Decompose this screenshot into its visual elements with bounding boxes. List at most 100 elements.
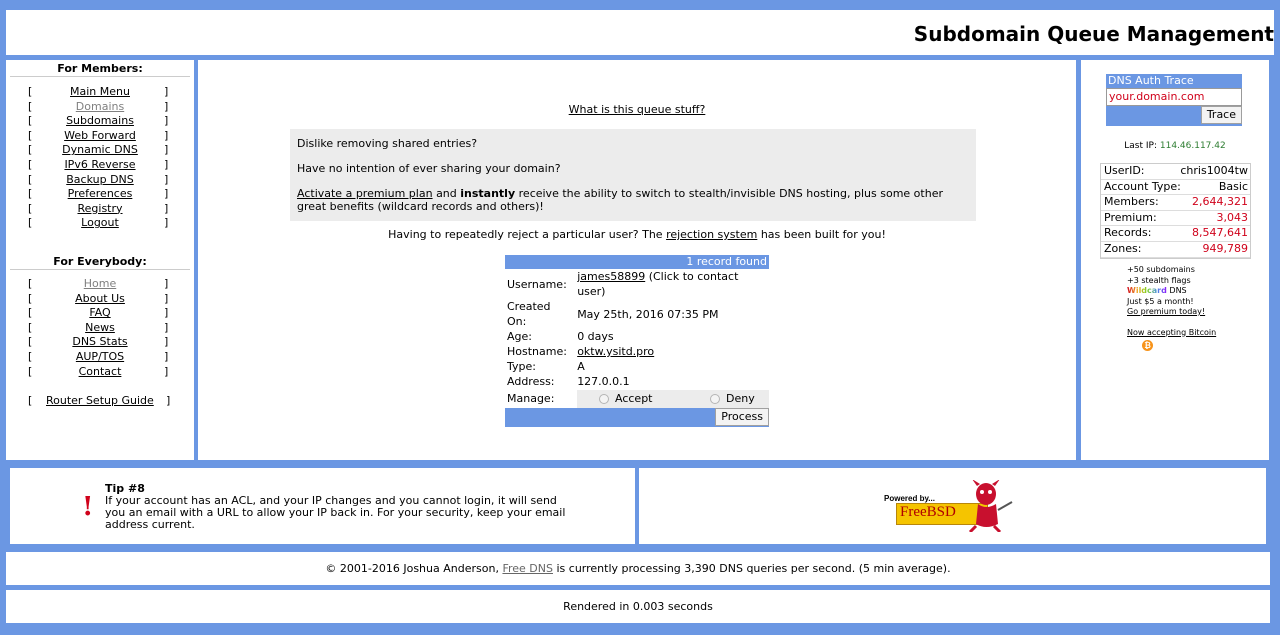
- sidebar-item-subdomains[interactable]: [Subdomains]: [6, 114, 194, 129]
- deny-option[interactable]: Deny: [694, 390, 755, 408]
- footer-render-time: Rendered in 0.003 seconds: [6, 590, 1270, 623]
- promo-box: +50 subdomains +3 stealth flags Wildcard…: [1127, 265, 1216, 352]
- sidebar-item-domains[interactable]: [Domains]: [6, 100, 194, 115]
- sidebar-item-label[interactable]: DNS Stats: [72, 335, 127, 348]
- sidebar-item-registry[interactable]: [Registry]: [6, 202, 194, 217]
- bracket-open: [: [28, 349, 33, 363]
- sidebar-item-backup-dns[interactable]: [Backup DNS]: [6, 173, 194, 188]
- rejection-system-link[interactable]: rejection system: [666, 228, 757, 241]
- sidebar-item-label[interactable]: Web Forward: [64, 129, 136, 142]
- reject-after: has been built for you!: [760, 228, 886, 241]
- bracket-open: [: [28, 85, 33, 98]
- page-title: Subdomain Queue Management: [913, 22, 1274, 46]
- right-sidebar: DNS Auth Trace your.domain.com Trace Las…: [1081, 60, 1269, 460]
- bracket-open: [: [28, 216, 33, 230]
- sidebar-item-label[interactable]: AUP/TOS: [76, 350, 124, 363]
- bracket-close: ]: [164, 128, 169, 142]
- address-value: 127.0.0.1: [577, 375, 630, 388]
- promo-wildcard: Wildcard: [1127, 286, 1167, 295]
- promo-stealth: +3 stealth flags: [1127, 275, 1191, 285]
- process-button[interactable]: Process: [715, 408, 769, 426]
- powered-by-text: Powered by...: [884, 494, 935, 503]
- sidebar-item-label[interactable]: News: [85, 321, 115, 334]
- members-nav: [Main Menu] [Domains] [Subdomains] [Web For…: [6, 85, 194, 231]
- promo-dns: DNS: [1169, 286, 1187, 295]
- sidebar-item-logout[interactable]: [Logout]: [6, 216, 194, 231]
- sidebar-item-label[interactable]: Dynamic DNS: [62, 143, 138, 156]
- sidebar-item-ipv6-reverse[interactable]: [IPv6 Reverse]: [6, 158, 194, 173]
- sidebar-item-label[interactable]: IPv6 Reverse: [64, 158, 135, 171]
- sidebar-item-preferences[interactable]: [Preferences]: [6, 187, 194, 202]
- trace-input[interactable]: your.domain.com: [1106, 88, 1242, 106]
- sidebar-item-home[interactable]: [Home]: [6, 277, 194, 292]
- stat-row: Zones: 949,789: [1101, 242, 1250, 258]
- daemon-icon: [968, 480, 1013, 532]
- account-stats: UserID: chris1004tw Account Type: Basic Memb…: [1100, 163, 1251, 259]
- sidebar-item-label[interactable]: Logout: [81, 216, 119, 229]
- sidebar-item-label[interactable]: About Us: [75, 292, 125, 305]
- left-sidebar: For Members: [Main Menu] [Domains] [Subdom…: [6, 60, 194, 460]
- trace-button[interactable]: Trace: [1200, 106, 1242, 124]
- freebsd-logo[interactable]: Powered by... FreeBSD: [884, 480, 1024, 532]
- hostname-link[interactable]: oktw.ysitd.pro: [577, 345, 654, 358]
- stat-value: 8,547,641: [1192, 226, 1248, 240]
- bracket-close: ]: [164, 99, 169, 113]
- record-table: Username: james58899 (Click to contact u…: [505, 269, 769, 389]
- deny-radio[interactable]: [710, 394, 720, 404]
- sidebar-item-dns-stats[interactable]: [DNS Stats]: [6, 335, 194, 350]
- bitcoin-icon: ₿: [1142, 340, 1154, 351]
- bracket-close: ]: [164, 306, 169, 320]
- everybody-heading: For Everybody:: [10, 255, 190, 270]
- username-label: Username:: [507, 277, 567, 291]
- bracket-open: [: [28, 114, 33, 128]
- sidebar-item-label[interactable]: Contact: [79, 365, 122, 378]
- sidebar-item-label[interactable]: Subdomains: [66, 114, 134, 127]
- address-label: Address:: [507, 375, 555, 388]
- bracket-open: [: [28, 143, 33, 157]
- last-ip-value: 114.46.117.42: [1159, 141, 1226, 151]
- activate-premium-link[interactable]: Activate a premium plan: [297, 187, 433, 200]
- table-row: Created On: May 25th, 2016 07:35 PM: [505, 299, 769, 329]
- free-dns-link[interactable]: Free DNS: [502, 562, 553, 575]
- username-link[interactable]: james58899: [577, 270, 645, 283]
- bracket-open: [: [28, 291, 33, 305]
- sidebar-item-label[interactable]: Backup DNS: [66, 173, 134, 186]
- accept-label: Accept: [615, 392, 653, 405]
- stat-row: Members: 2,644,321: [1101, 195, 1250, 211]
- manage-row: Manage: Accept Deny: [505, 390, 769, 408]
- sidebar-item-aup-tos[interactable]: [AUP/TOS]: [6, 350, 194, 365]
- sidebar-item-label[interactable]: Domains: [76, 100, 124, 113]
- accept-option[interactable]: Accept: [577, 390, 694, 408]
- members-heading: For Members:: [10, 60, 190, 77]
- deny-label: Deny: [726, 392, 755, 405]
- bracket-open: [: [28, 306, 33, 320]
- sidebar-item-web-forward[interactable]: [ Web Forward]: [6, 129, 194, 144]
- bracket-open: [: [28, 394, 33, 408]
- sidebar-item-dynamic-dns[interactable]: [Dynamic DNS]: [6, 143, 194, 158]
- sidebar-item-label[interactable]: FAQ: [89, 306, 110, 319]
- bracket-close: ]: [166, 394, 171, 408]
- sidebar-item-news[interactable]: [News]: [6, 321, 194, 336]
- sidebar-item-contact[interactable]: [Contact]: [6, 365, 194, 380]
- go-premium-link[interactable]: Go premium today!: [1127, 307, 1205, 316]
- stat-label: Records:: [1104, 226, 1152, 240]
- sidebar-item-label[interactable]: Preferences: [68, 187, 133, 200]
- trace-title: DNS Auth Trace: [1106, 74, 1242, 88]
- accept-radio[interactable]: [599, 394, 609, 404]
- stat-value: 2,644,321: [1192, 195, 1248, 209]
- bitcoin-link[interactable]: Now accepting Bitcoin: [1127, 328, 1216, 337]
- sidebar-item-label[interactable]: Registry: [77, 202, 122, 215]
- queue-info-link[interactable]: What is this queue stuff?: [569, 103, 706, 116]
- bracket-close: ]: [164, 364, 169, 378]
- bracket-open: [: [28, 128, 33, 142]
- router-setup-guide-link[interactable]: Router Setup Guide: [46, 393, 154, 408]
- bracket-close: ]: [164, 201, 169, 215]
- sidebar-item-main-menu[interactable]: [Main Menu]: [6, 85, 194, 100]
- sidebar-item-faq[interactable]: [ FAQ]: [6, 306, 194, 321]
- sidebar-item-label[interactable]: Home: [84, 277, 116, 290]
- stat-label: Premium:: [1104, 210, 1157, 224]
- sidebar-item-label[interactable]: Main Menu: [70, 85, 130, 98]
- sidebar-item-about-us[interactable]: [About Us]: [6, 292, 194, 307]
- notice-line-3: Activate a premium plan and instantly re…: [297, 187, 969, 213]
- bracket-close: ]: [164, 187, 169, 201]
